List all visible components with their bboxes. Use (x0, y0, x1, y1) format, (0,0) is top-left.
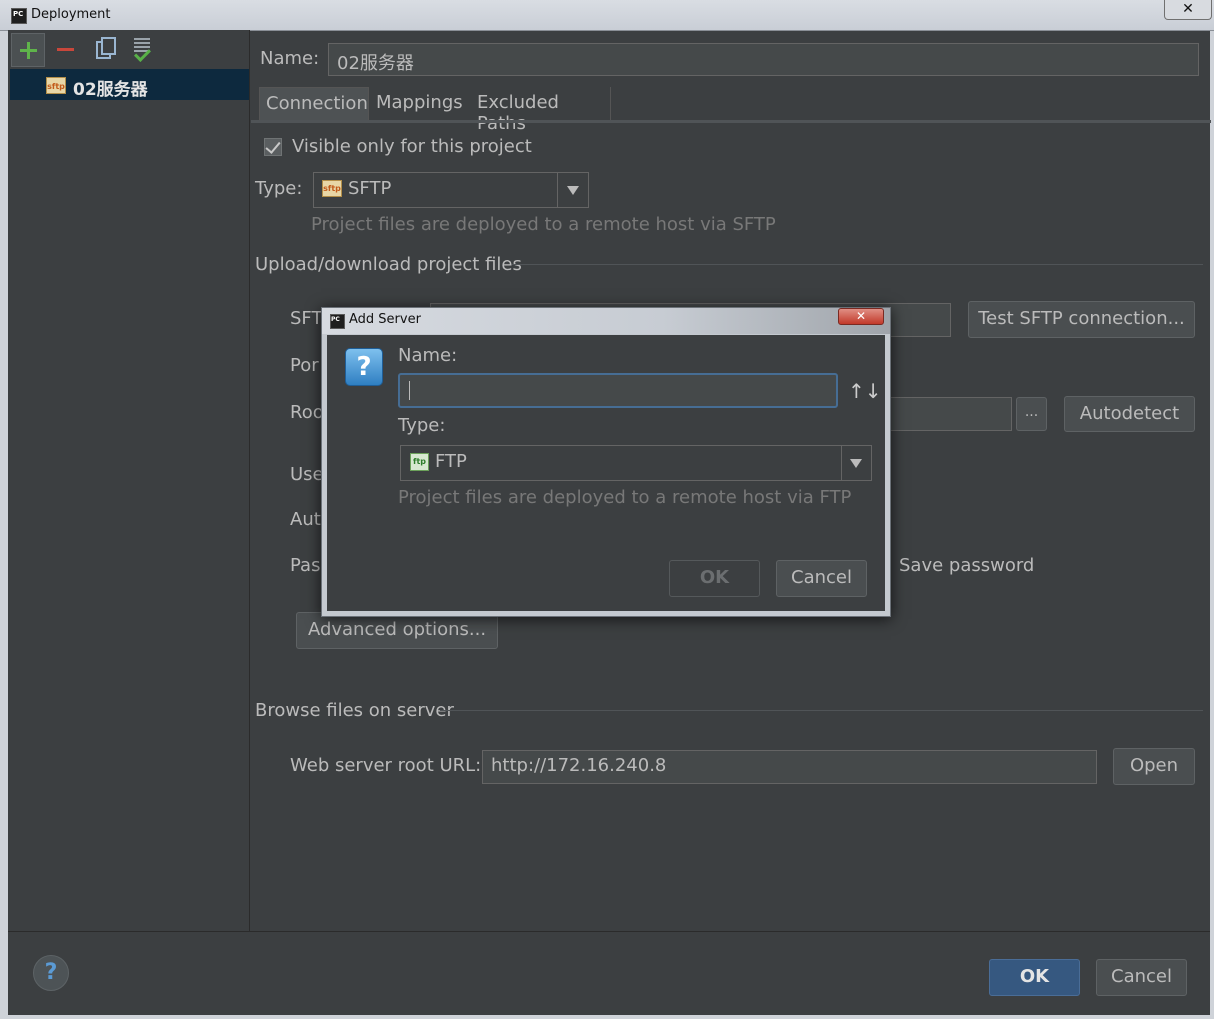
chevron-down-icon (850, 459, 862, 468)
copy-server-button[interactable] (88, 33, 122, 67)
sftp-icon: sftp (322, 180, 342, 197)
tab-excluded-paths[interactable]: Excluded Paths (471, 87, 611, 134)
advanced-options-button[interactable]: Advanced options... (296, 612, 498, 649)
browse-root-path-button[interactable]: ... (1016, 397, 1047, 431)
tab-underline (251, 120, 1211, 123)
auth-type-label: Aut (290, 509, 321, 530)
type-hint: Project files are deployed to a remote h… (311, 214, 776, 235)
ftp-icon: ftp (410, 453, 429, 471)
window-title: Deployment (31, 7, 111, 22)
password-label: Pas (290, 555, 321, 576)
add-server-button[interactable] (11, 33, 45, 67)
dialog-ok-button[interactable]: OK (669, 560, 760, 597)
tab-connection[interactable]: Connection (259, 87, 369, 121)
help-icon[interactable]: ? (33, 955, 69, 991)
text-cursor (409, 381, 410, 400)
type-select-value: SFTP (348, 178, 392, 199)
dialog-name-input[interactable] (398, 373, 838, 408)
port-label: Por (290, 355, 319, 376)
dialog-type-select[interactable] (400, 445, 872, 481)
root-path-label: Roo (290, 402, 324, 423)
window-titlebar (0, 0, 1214, 31)
sftp-icon: sftp (46, 77, 66, 94)
footer-divider (8, 931, 1210, 932)
window-close-button[interactable]: ✕ (1164, 0, 1212, 20)
server-list-panel (8, 30, 250, 932)
question-icon: ? (345, 348, 383, 386)
sftp-host-label: SFT (290, 308, 323, 329)
pycharm-app-icon (330, 314, 345, 329)
dialog-type-hint: Project files are deployed to a remote h… (398, 487, 852, 508)
save-password-label[interactable]: Save password (899, 555, 1034, 576)
autodetect-button[interactable]: Autodetect (1064, 396, 1195, 432)
dialog-name-label: Name: (398, 345, 458, 366)
web-root-url-label: Web server root URL: (290, 755, 482, 776)
copy-icon-front (101, 37, 116, 55)
pycharm-app-icon (11, 8, 27, 24)
dialog-type-label: Type: (398, 415, 446, 436)
ok-button[interactable]: OK (989, 959, 1080, 996)
server-list-item-label: 02服务器 (73, 80, 148, 100)
section-divider (440, 710, 1203, 711)
name-label: Name: (260, 48, 320, 69)
visible-only-label: Visible only for this project (292, 136, 532, 157)
dialog-cancel-button[interactable]: Cancel (776, 560, 867, 597)
remove-server-button[interactable] (50, 33, 84, 67)
tab-mappings[interactable]: Mappings (370, 87, 471, 121)
user-name-label: Use (290, 464, 324, 485)
web-root-url-field[interactable]: http://172.16.240.8 (482, 750, 1097, 784)
use-as-default-button[interactable] (125, 33, 159, 67)
type-label: Type: (255, 178, 303, 199)
server-name-field[interactable]: 02服务器 (328, 43, 1199, 76)
visible-only-checkbox[interactable] (264, 138, 282, 156)
dialog-close-button[interactable]: ✕ (838, 308, 884, 325)
upload-section-heading: Upload/download project files (255, 254, 522, 275)
root-path-field[interactable] (890, 397, 1012, 431)
dialog-type-select-value: FTP (435, 451, 467, 472)
dialog-title: Add Server (349, 312, 421, 327)
browse-section-heading: Browse files on server (255, 700, 454, 721)
chevron-down-icon (567, 186, 579, 195)
test-sftp-connection-button[interactable]: Test SFTP connection... (968, 301, 1195, 338)
sort-icon[interactable]: ↑↓ (848, 379, 882, 403)
section-divider (512, 264, 1203, 265)
cancel-button[interactable]: Cancel (1096, 959, 1187, 996)
open-url-button[interactable]: Open (1113, 748, 1195, 785)
